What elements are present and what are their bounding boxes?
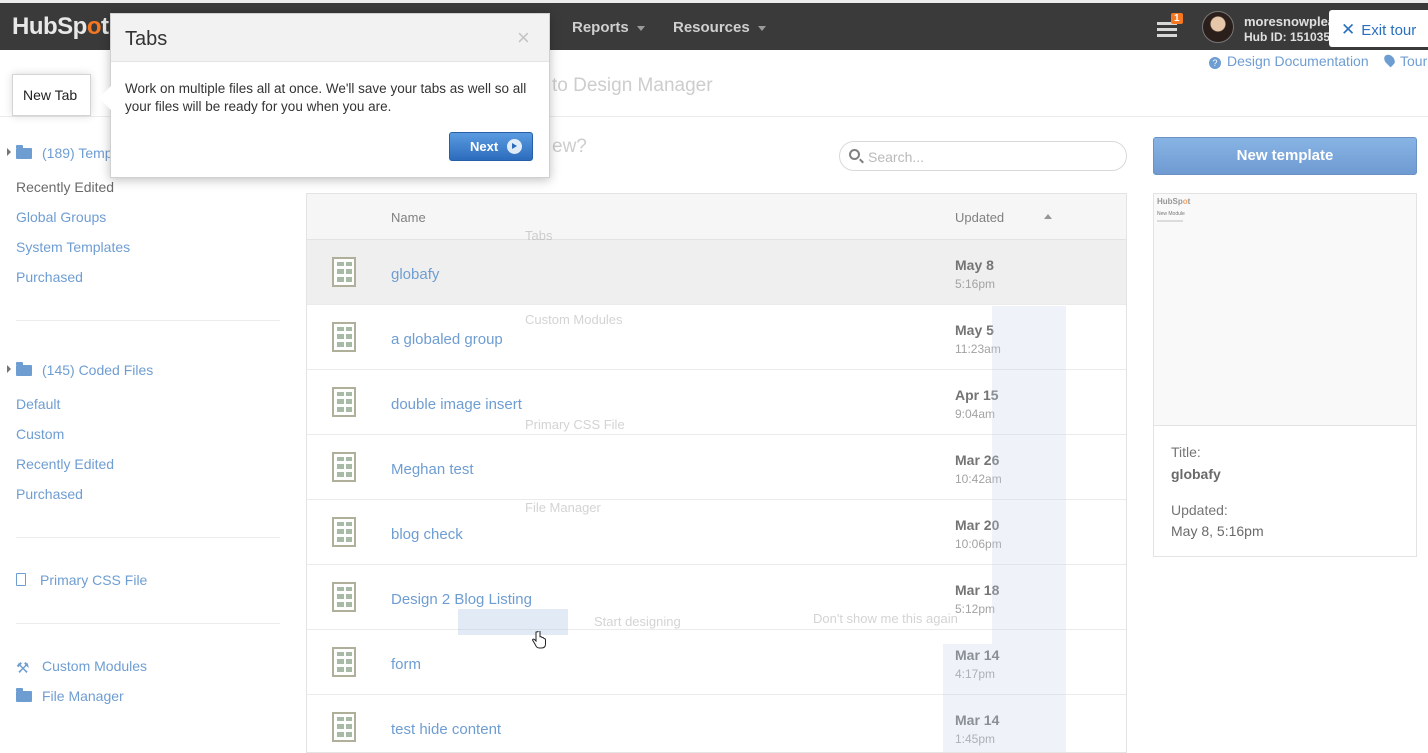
- sidebar-item-recently-edited[interactable]: Recently Edited: [16, 179, 114, 195]
- close-icon: ✕: [1341, 20, 1356, 39]
- chevron-down-icon: [636, 25, 645, 31]
- table-header: Name Updated: [307, 194, 1126, 240]
- sidebar-coded-files-folder[interactable]: (145) Coded Files: [16, 362, 153, 378]
- search-input[interactable]: [868, 147, 1118, 167]
- divider: [16, 320, 280, 321]
- template-name-link[interactable]: test hide content: [391, 721, 501, 738]
- template-icon: [332, 517, 356, 547]
- next-button[interactable]: Next: [449, 132, 533, 161]
- template-icon: [332, 647, 356, 677]
- template-name-link[interactable]: blog check: [391, 526, 463, 543]
- sidebar-item-default[interactable]: Default: [16, 396, 60, 412]
- sidebar-item-custom-modules[interactable]: ⚒ Custom Modules: [16, 658, 147, 676]
- ghost-start-button: [458, 609, 568, 635]
- highlight-overlay: [943, 644, 992, 752]
- preview-title-label: Title:: [1171, 444, 1201, 460]
- preview-updated-label: Updated:: [1171, 502, 1228, 518]
- template-name-link[interactable]: double image insert: [391, 396, 522, 413]
- popup-arrow: [99, 86, 111, 110]
- nav-resources[interactable]: Resources: [673, 19, 766, 36]
- design-documentation-link[interactable]: ? Design Documentation: [1209, 53, 1369, 69]
- template-name-link[interactable]: globafy: [391, 266, 439, 283]
- tools-icon: ⚒: [16, 660, 30, 677]
- exit-tour-button[interactable]: ✕ Exit tour: [1329, 10, 1428, 47]
- popup-body: Work on multiple files all at once. We'l…: [125, 81, 527, 114]
- tour-link[interactable]: Tour: [1382, 52, 1427, 69]
- template-name-link[interactable]: form: [391, 656, 421, 673]
- updated-date: May 5: [955, 322, 994, 338]
- template-icon: [332, 322, 356, 352]
- ghost-primary-css: Primary CSS File: [525, 417, 625, 432]
- template-icon: [332, 582, 356, 612]
- search-box: [839, 141, 1127, 171]
- ghost-dont-show: Don't show me this again: [813, 611, 958, 626]
- nav-reports[interactable]: Reports: [572, 19, 645, 36]
- highlight-overlay: [992, 306, 1066, 752]
- map-pin-icon: [1382, 52, 1397, 68]
- thumbnail-logo: HubSpot: [1157, 197, 1191, 206]
- folder-icon: [16, 362, 32, 376]
- popup-header: Tabs ×: [111, 14, 549, 62]
- divider: [16, 537, 280, 538]
- ghost-file-manager: File Manager: [525, 500, 601, 515]
- updated-time: 9:04am: [955, 407, 996, 421]
- thumbnail-line: [1157, 220, 1183, 222]
- template-icon: [332, 712, 356, 742]
- table-row[interactable]: globafy May 8 5:16pm: [307, 240, 1126, 305]
- avatar[interactable]: [1202, 11, 1234, 43]
- divider: [16, 623, 280, 624]
- page-title: to Design Manager: [552, 75, 713, 96]
- popup-title: Tabs: [125, 28, 168, 50]
- column-header-name[interactable]: Name: [391, 210, 426, 225]
- preview-updated-value: May 8, 5:16pm: [1171, 523, 1264, 539]
- sidebar-item-coded-purchased[interactable]: Purchased: [16, 486, 83, 502]
- user-name[interactable]: moresnowplease: [1244, 14, 1334, 29]
- chevron-down-icon: [757, 25, 766, 31]
- hub-id: Hub ID: 151035: [1244, 30, 1331, 44]
- sidebar-item-purchased[interactable]: Purchased: [16, 269, 83, 285]
- sidebar-item-system-templates[interactable]: System Templates: [16, 239, 130, 255]
- ghost-start-designing: Start designing: [594, 614, 681, 629]
- notification-badge: 1: [1171, 13, 1183, 24]
- templates-table: Name Updated globafy May 8 5:16pm a globale…: [306, 193, 1127, 753]
- file-icon: [16, 573, 26, 586]
- template-name-link[interactable]: Meghan test: [391, 461, 474, 478]
- help-icon: ?: [1209, 57, 1221, 69]
- search-icon: [849, 149, 860, 160]
- section-heading: ew?: [552, 136, 587, 157]
- ghost-tabs: Tabs: [525, 228, 553, 243]
- template-icon: [332, 257, 356, 287]
- sidebar-item-coded-recently-edited[interactable]: Recently Edited: [16, 456, 114, 472]
- sidebar-item-global-groups[interactable]: Global Groups: [16, 209, 106, 225]
- template-icon: [332, 452, 356, 482]
- thumbnail-title: New Module: [1157, 211, 1185, 217]
- sidebar-item-primary-css[interactable]: Primary CSS File: [16, 572, 147, 588]
- ghost-custom-modules: Custom Modules: [525, 312, 623, 327]
- hubspot-logo[interactable]: HubSpot: [12, 13, 109, 41]
- sidebar-item-custom[interactable]: Custom: [16, 426, 64, 442]
- notifications-menu-icon[interactable]: 1: [1157, 13, 1183, 39]
- folder-icon: [16, 688, 32, 702]
- folder-icon: [16, 145, 32, 159]
- play-icon: [507, 139, 522, 154]
- sort-ascending-icon[interactable]: [1044, 214, 1052, 219]
- new-tab-button[interactable]: New Tab: [12, 74, 91, 116]
- hand-cursor-icon: [532, 631, 546, 649]
- template-thumbnail[interactable]: HubSpot New Module: [1154, 194, 1416, 426]
- sidebar-item-file-manager[interactable]: File Manager: [16, 688, 124, 704]
- template-preview-panel: HubSpot New Module Title: globafy Update…: [1153, 193, 1417, 557]
- column-header-updated[interactable]: Updated: [955, 210, 1004, 225]
- expand-triangle-icon[interactable]: [7, 148, 11, 156]
- tour-popup: Tabs × Work on multiple files all at onc…: [99, 13, 550, 178]
- template-name-link[interactable]: a globaled group: [391, 331, 503, 348]
- template-name-link[interactable]: Design 2 Blog Listing: [391, 591, 532, 608]
- preview-title-value: globafy: [1171, 466, 1221, 482]
- new-template-button[interactable]: New template: [1153, 137, 1417, 175]
- template-icon: [332, 387, 356, 417]
- updated-time: 5:16pm: [955, 277, 996, 291]
- close-icon[interactable]: ×: [517, 27, 530, 49]
- updated-time: 5:12pm: [955, 602, 996, 616]
- expand-triangle-icon[interactable]: [7, 365, 11, 373]
- updated-date: May 8: [955, 257, 994, 273]
